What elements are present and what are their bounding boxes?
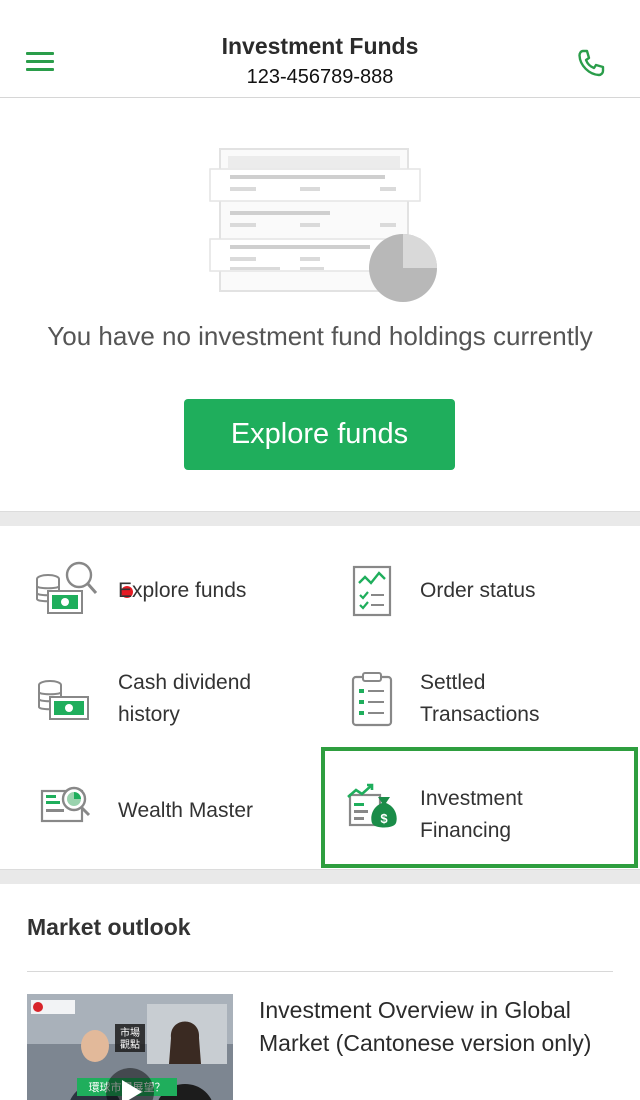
- video-thumbnail[interactable]: 市場 觀點 環球市場展望？: [27, 994, 233, 1100]
- app-header: Investment Funds 123-456789-888: [0, 0, 640, 98]
- quick-link-label-line2: history: [118, 703, 180, 726]
- quick-link-label-line2: Transactions: [420, 703, 540, 726]
- divider: [27, 971, 613, 972]
- order-status-icon: [340, 557, 402, 619]
- empty-holdings-section: You have no investment fund holdings cur…: [0, 99, 640, 511]
- explore-funds-button[interactable]: Explore funds: [184, 399, 455, 470]
- svg-text:市場: 市場: [120, 1026, 140, 1039]
- quick-link-cash-dividend-history[interactable]: Cash dividend history: [32, 667, 312, 737]
- quick-link-wealth-master[interactable]: Wealth Master: [32, 777, 312, 847]
- section-divider: [0, 511, 640, 526]
- quick-link-order-status[interactable]: Order status: [340, 557, 620, 627]
- highlight-box: [321, 747, 638, 868]
- market-outlook-section: Market outlook 市場 觀點 環球市場展望？ Investment …: [0, 884, 640, 1100]
- account-number: 123-456789-888: [246, 66, 394, 88]
- quick-link-settled-transactions[interactable]: Settled Transactions: [340, 667, 620, 737]
- phone-icon[interactable]: [574, 46, 608, 80]
- quick-link-label-line1: Cash dividend: [118, 671, 252, 694]
- quick-link-explore-funds[interactable]: Explore funds: [32, 557, 312, 627]
- article-title[interactable]: Investment Overview in Global Market (Ca…: [259, 994, 619, 1060]
- quick-link-label: Wealth Master: [118, 799, 253, 822]
- quick-link-label-line1: Settled: [420, 671, 486, 694]
- section-divider: [0, 869, 640, 884]
- cash-dividend-icon: [32, 667, 94, 729]
- market-outlook-title: Market outlook: [27, 914, 191, 940]
- empty-holdings-message: You have no investment fund holdings cur…: [47, 321, 593, 351]
- svg-text:觀點: 觀點: [120, 1038, 140, 1051]
- explore-funds-icon: [32, 557, 98, 619]
- page-title: Investment Funds: [221, 33, 419, 59]
- quick-link-label: Order status: [420, 579, 536, 602]
- quick-link-label: Explore funds: [118, 579, 247, 602]
- clipboard-icon: [340, 667, 402, 729]
- wealth-master-icon: [32, 777, 94, 839]
- empty-portfolio-illustration: [200, 141, 445, 311]
- quick-links-grid: Explore funds Order status Cash dividend…: [0, 527, 640, 869]
